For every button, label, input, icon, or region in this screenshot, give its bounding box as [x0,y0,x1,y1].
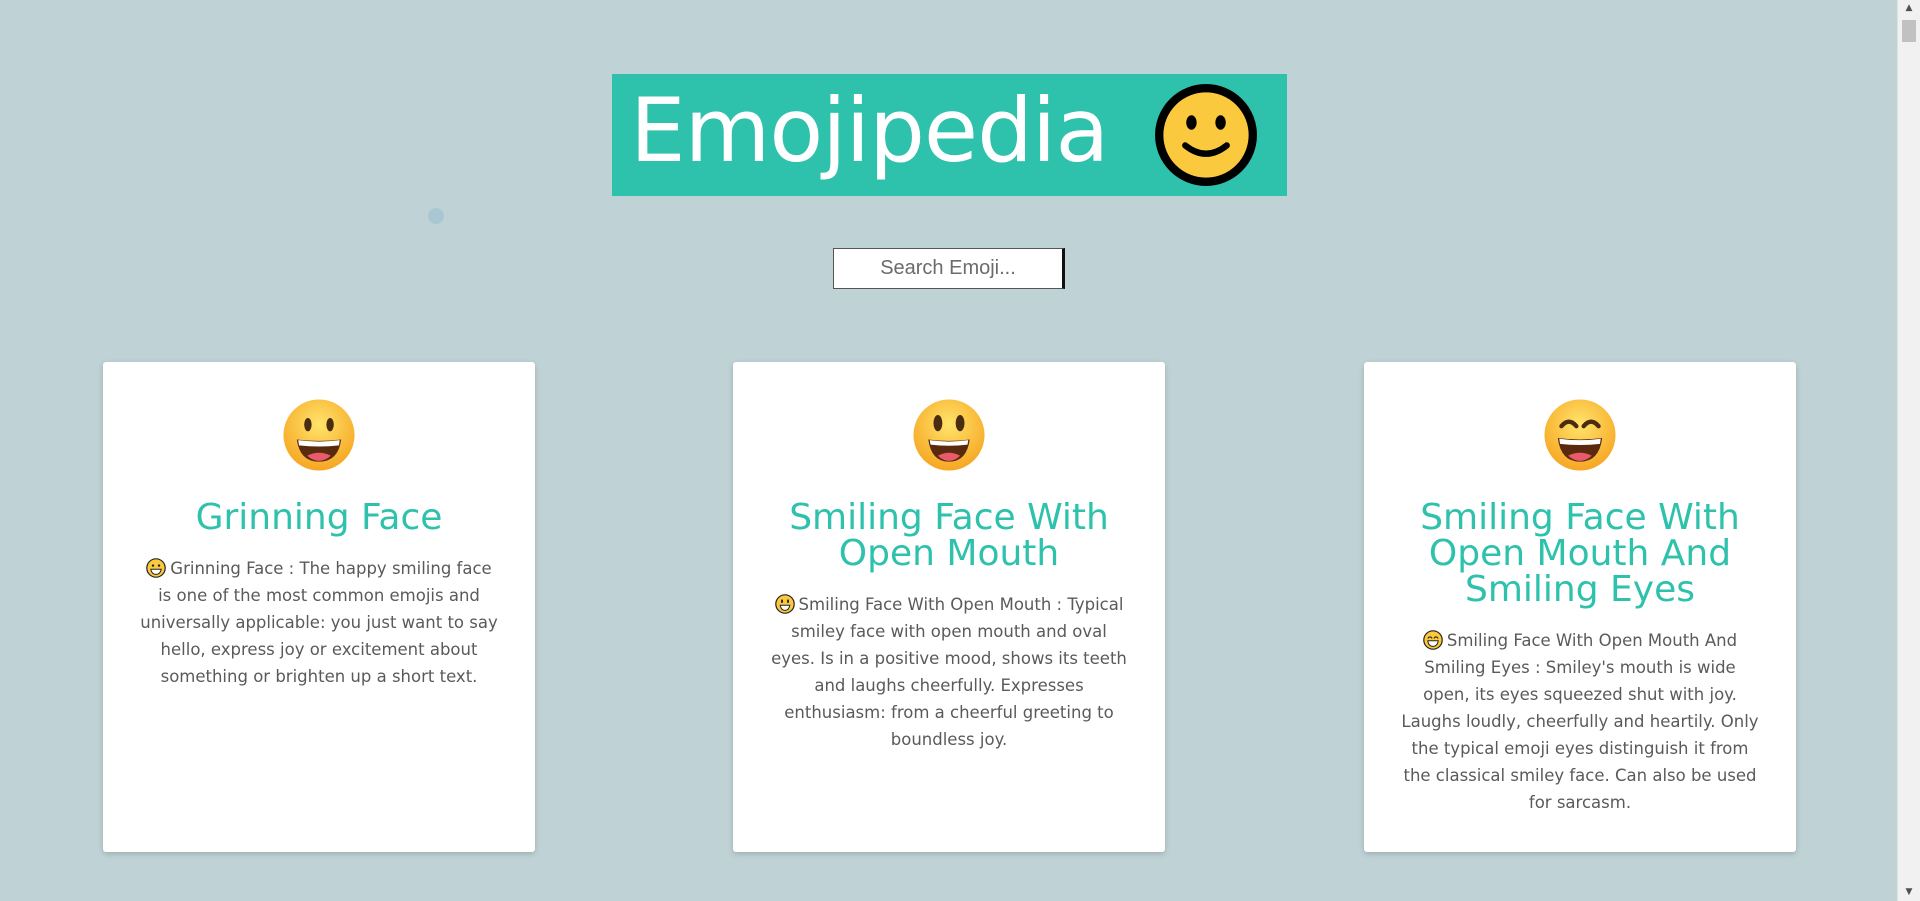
faint-overlay-artifact [428,206,454,226]
smiling-face-with-open-mouth-and-smiling-eyes-emoji [1544,399,1616,471]
card-title: Smiling Face With Open Mouth [789,497,1109,574]
dot-icon [428,208,444,224]
card-description-text: Smiling Face With Open Mouth : Typical s… [771,595,1127,749]
scroll-up-arrow-icon[interactable]: ▲ [1898,0,1920,17]
card-title: Grinning Face [195,497,443,538]
card-description: Smiling Face With Open Mouth And Smiling… [1400,627,1760,816]
grinning-face-emoji [283,399,355,471]
vertical-scrollbar[interactable]: ▲ ▼ [1897,0,1920,901]
card-title: Smiling Face With Open Mouth And Smiling… [1420,497,1740,610]
scroll-down-arrow-icon[interactable]: ▼ [1898,884,1920,901]
smiling-face-with-smiling-eyes-icon [1423,630,1443,650]
card-description-text: Grinning Face : The happy smiling face i… [140,559,498,686]
slightly-smiling-face-icon [1155,84,1257,186]
page: Emojipedia Grinning F [0,0,1898,901]
card-description-text: Smiling Face With Open Mouth And Smiling… [1401,631,1759,812]
smiling-face-with-open-mouth-emoji [913,399,985,471]
grinning-face-icon [146,558,167,578]
smiling-face-with-open-mouth-icon [774,594,795,614]
card-description: Smiling Face With Open Mouth : Typical s… [769,591,1129,753]
scroll-thumb[interactable] [1902,20,1916,42]
emoji-card[interactable]: Smiling Face With Open Mouth And Smiling… [1364,362,1796,852]
search-input[interactable] [833,248,1065,289]
emoji-card[interactable]: Grinning Face Grinning Face : The happy … [103,362,535,852]
logo-banner: Emojipedia [612,74,1287,196]
card-description: Grinning Face : The happy smiling face i… [139,555,499,690]
site-title: Emojipedia [630,79,1109,182]
emoji-card[interactable]: Smiling Face With Open Mouth Smiling Fac… [733,362,1165,852]
